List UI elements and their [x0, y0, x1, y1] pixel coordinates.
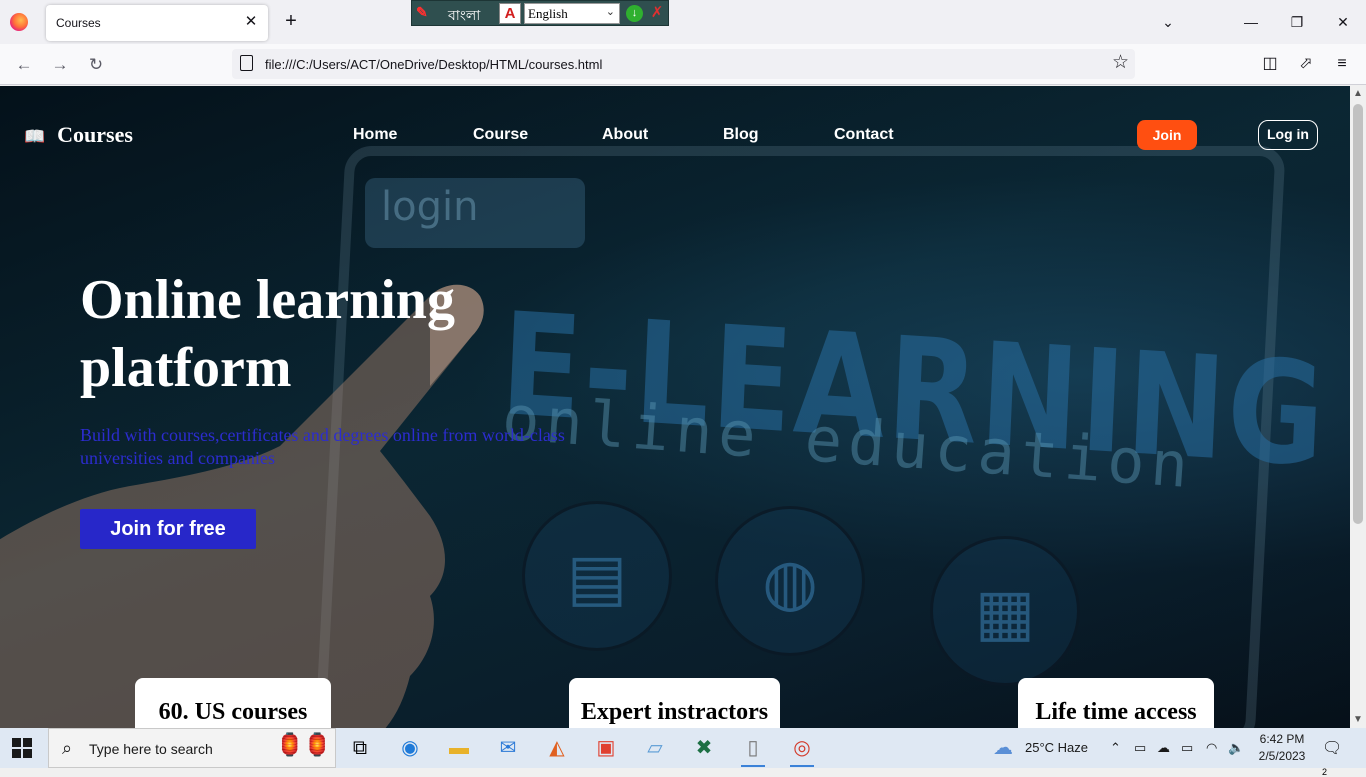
matlab-icon[interactable]: ◭: [537, 732, 577, 764]
browser-nav-bar: ← → ↻ file:///C:/Users/ACT/OneDrive/Desk…: [0, 44, 1366, 85]
search-placeholder: Type here to search: [89, 741, 213, 757]
join-for-free-button[interactable]: Join for free: [80, 509, 256, 549]
site-logo[interactable]: 📖 Courses: [24, 122, 133, 148]
menu-home[interactable]: Home: [353, 126, 397, 144]
site-logo-text: Courses: [57, 122, 133, 147]
taskbar: ⌕ Type here to search 🏮🏮 ⧉ ◉ ▬ ✉ ◭ ▣ ▱ ✖…: [0, 728, 1366, 777]
notes-icon[interactable]: ▱: [635, 732, 675, 764]
close-tab-icon[interactable]: ✕: [242, 13, 260, 31]
ime-toolbar: ✎ বাংলা A English ⌄ ↓ ✗: [411, 0, 669, 26]
new-tab-button[interactable]: +: [280, 10, 302, 32]
join-button[interactable]: Join: [1137, 120, 1197, 150]
lantern-icon: 🏮🏮: [276, 732, 331, 757]
weather-text[interactable]: 25°C Haze: [1025, 728, 1088, 768]
menu-about[interactable]: About: [602, 126, 648, 144]
back-icon[interactable]: ←: [11, 52, 37, 78]
language-select-value: English: [528, 6, 568, 21]
feature-card-courses: 60. US courses: [135, 678, 331, 728]
tab-courses[interactable]: Courses ✕: [46, 5, 268, 41]
browser-tab-bar: Courses ✕ + ✎ বাংলা A English ⌄ ↓ ✗ ⌄ — …: [0, 0, 1366, 44]
language-select[interactable]: English ⌄: [524, 3, 620, 24]
page-viewport: login E-LEARNING online education ▤ ◍ ▦ …: [0, 86, 1350, 728]
clock-time: 6:42 PM: [1259, 732, 1305, 746]
ime-script-label[interactable]: বাংলা: [448, 4, 480, 28]
menu-course[interactable]: Course: [473, 126, 528, 144]
address-bar[interactable]: file:///C:/Users/ACT/OneDrive/Desktop/HT…: [232, 49, 1135, 79]
battery-icon[interactable]: ▭: [1181, 728, 1193, 768]
reload-icon[interactable]: ↻: [83, 52, 109, 78]
wifi-icon[interactable]: ◠: [1206, 728, 1217, 768]
download-icon[interactable]: ↓: [626, 5, 643, 22]
volume-icon[interactable]: 🔈: [1228, 728, 1244, 768]
clock[interactable]: 6:42 PM 2/5/2023: [1252, 731, 1312, 765]
hero-subtitle: Build with courses,certificates and degr…: [80, 425, 565, 468]
adobe-icon[interactable]: A: [499, 3, 521, 24]
edge-icon[interactable]: ◉: [390, 732, 430, 764]
pocket-icon[interactable]: ◫: [1258, 52, 1282, 76]
feature-card-instructors: Expert instractors: [569, 678, 780, 728]
url-text[interactable]: file:///C:/Users/ACT/OneDrive/Desktop/HT…: [265, 57, 602, 72]
bangla-logo-icon[interactable]: ✎: [416, 4, 428, 21]
task-view-icon[interactable]: ⧉: [340, 732, 380, 764]
scroll-down-icon[interactable]: ▼: [1350, 712, 1366, 728]
firefox-icon: [10, 13, 28, 31]
chevron-down-icon: ⌄: [605, 6, 615, 18]
menu-blog[interactable]: Blog: [723, 126, 759, 144]
notepad-icon[interactable]: ▯: [733, 732, 773, 767]
windows-start-icon[interactable]: [12, 738, 32, 758]
onedrive-icon[interactable]: ☁: [1157, 728, 1170, 768]
file-explorer-icon[interactable]: ▬: [439, 732, 479, 764]
forward-icon[interactable]: →: [47, 52, 73, 78]
minimize-button[interactable]: —: [1239, 10, 1263, 34]
store-icon[interactable]: ▣: [586, 732, 626, 764]
extensions-icon[interactable]: ⬀: [1294, 52, 1318, 76]
clock-date: 2/5/2023: [1258, 749, 1306, 763]
mail-icon[interactable]: ✉: [488, 732, 528, 764]
clipboard-circle-icon: ▦: [930, 536, 1080, 686]
notification-count: 2: [1322, 767, 1328, 777]
restore-button[interactable]: ❐: [1285, 10, 1309, 34]
feature-card-access: Life time access: [1018, 678, 1214, 728]
tools-icon[interactable]: ✗: [648, 3, 666, 23]
notification-icon[interactable]: 🗨2: [1322, 738, 1346, 777]
close-window-button[interactable]: ✕: [1331, 10, 1355, 34]
book-icon: 📖: [24, 127, 46, 146]
bookmark-star-icon[interactable]: ☆: [1112, 51, 1129, 74]
scroll-up-icon[interactable]: ▲: [1350, 86, 1366, 102]
list-all-tabs-icon[interactable]: ⌄: [1156, 10, 1180, 34]
tab-title: Courses: [56, 16, 101, 30]
search-icon: ⌕: [62, 738, 73, 758]
page-icon: [240, 55, 253, 71]
scroll-thumb[interactable]: [1353, 104, 1363, 524]
hero-title: Online learning platform: [80, 269, 455, 399]
taskbar-search[interactable]: ⌕ Type here to search 🏮🏮: [48, 728, 336, 768]
weather-icon[interactable]: ☁: [993, 728, 1013, 768]
login-button[interactable]: Log in: [1258, 120, 1318, 150]
meet-now-icon[interactable]: ▭: [1134, 728, 1146, 768]
globe-circle-icon: ◍: [715, 506, 865, 656]
show-hidden-icons-icon[interactable]: ⌃: [1110, 728, 1121, 768]
menu-contact[interactable]: Contact: [834, 126, 894, 144]
chrome-icon[interactable]: ◎: [782, 732, 822, 767]
excel-icon[interactable]: ✖: [684, 732, 724, 764]
menu-icon[interactable]: ≡: [1330, 52, 1354, 76]
vertical-scrollbar[interactable]: ▲ ▼: [1350, 86, 1366, 728]
